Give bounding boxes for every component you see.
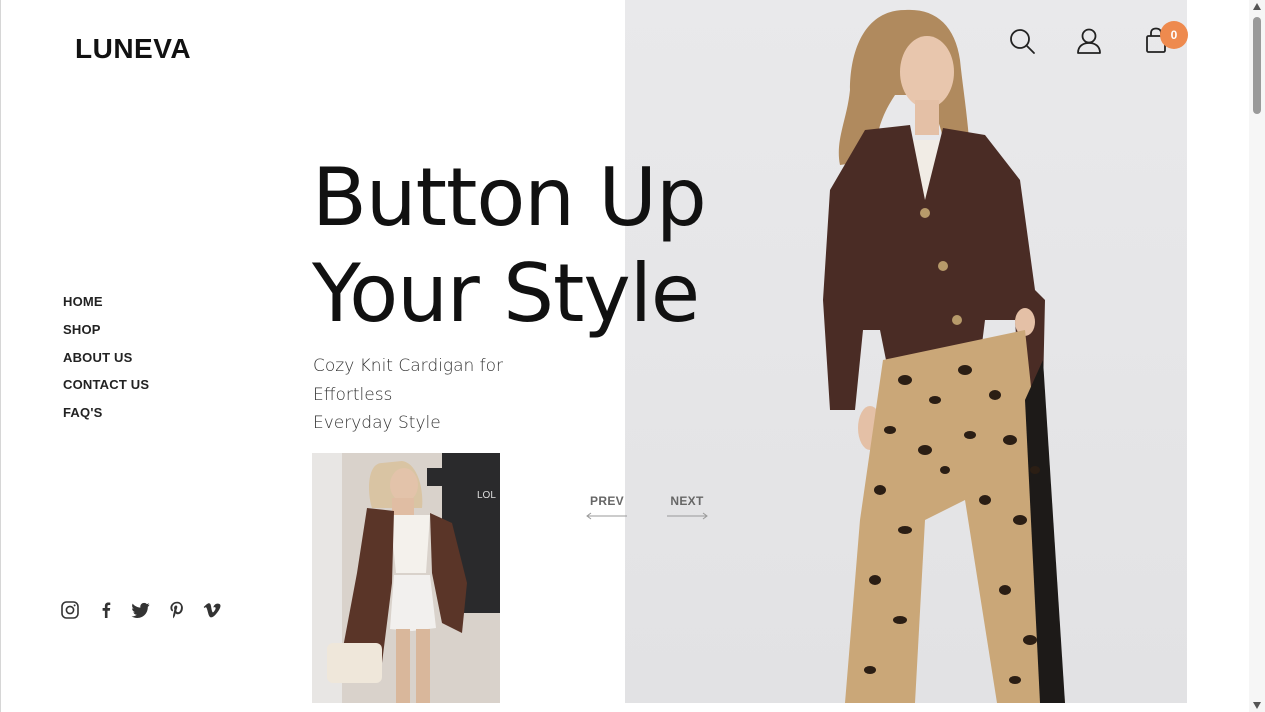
search-icon[interactable] [1005,24,1039,58]
nav-contact-us[interactable]: CONTACT US [63,375,149,403]
facebook-icon[interactable] [96,599,132,621]
user-icon[interactable] [1072,24,1106,58]
vertical-scrollbar[interactable] [1249,0,1265,712]
instagram-icon[interactable] [60,599,96,621]
nav-home[interactable]: HOME [63,292,149,320]
next-button[interactable]: NEXT [665,494,709,520]
subtitle-line-1: Cozy Knit Cardigan for [313,356,504,376]
page: LUNEVA 0 HOME SHOP ABOUT US CONTACT US F… [0,0,1265,712]
brand-logo[interactable]: LUNEVA [75,33,191,65]
scrollbar-thumb[interactable] [1253,17,1261,114]
subtitle-line-3: Everyday Style [313,413,441,433]
nav-about-us[interactable]: ABOUT US [63,348,149,376]
page-border [0,0,1,712]
nav-shop[interactable]: SHOP [63,320,149,348]
vimeo-icon[interactable] [202,599,238,621]
hero-model-illustration [823,9,1065,703]
subtitle-line-2: Effortless [313,384,393,405]
headline-line-2: Your Style [312,247,700,340]
pinterest-icon[interactable] [167,599,203,621]
arrow-left-icon [586,512,627,520]
cart-count-badge: 0 [1160,21,1188,49]
social-links [60,599,238,621]
nav-faqs[interactable]: FAQ'S [63,403,149,431]
hero-subtitle: Cozy Knit Cardigan for Effortless Everyd… [313,352,513,438]
headline-line-1: Button Up [312,151,707,244]
main-nav: HOME SHOP ABOUT US CONTACT US FAQ'S [63,292,149,431]
slider-nav: PREV NEXT [585,494,715,524]
scroll-up-arrow-icon[interactable] [1253,3,1261,10]
product-thumbnail[interactable]: LOL [312,453,500,703]
scroll-down-arrow-icon[interactable] [1253,702,1261,709]
hero-headline: Button Up Your Style [312,150,707,342]
arrow-right-icon [667,512,708,520]
hero-image [625,0,1187,703]
svg-text:LOL: LOL [477,490,496,501]
twitter-icon[interactable] [131,599,167,621]
prev-label: PREV [590,494,624,508]
prev-button[interactable]: PREV [585,494,629,520]
next-label: NEXT [670,494,704,508]
